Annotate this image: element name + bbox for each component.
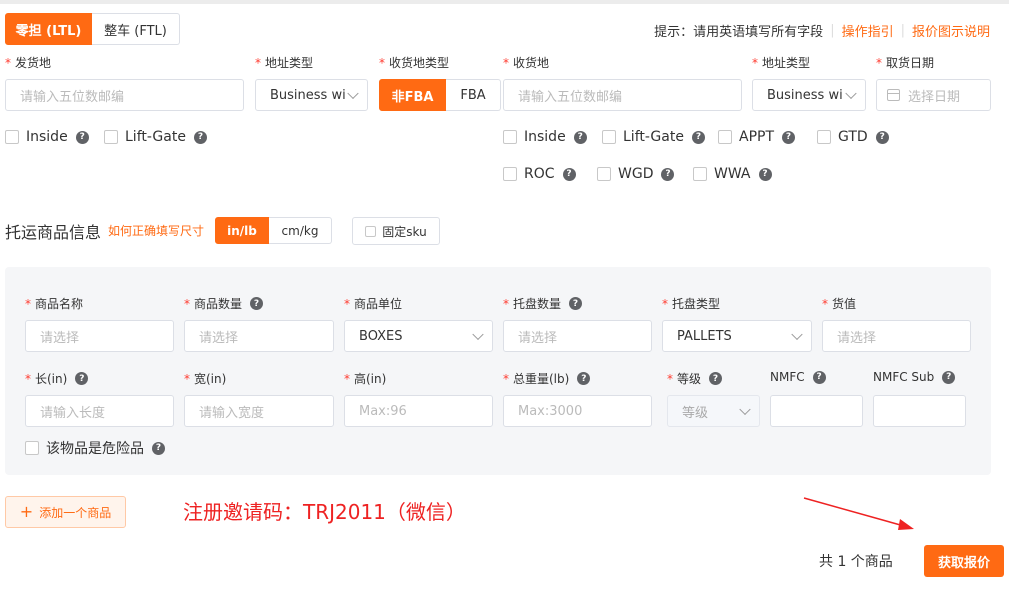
nmfc-input[interactable]	[770, 395, 863, 427]
dest-type-toggle: 非FBA FBA	[379, 79, 501, 111]
height-input[interactable]: Max:96	[344, 395, 493, 427]
nmfc-sub-label: NMFC Sub?	[873, 370, 956, 384]
invite-code-text: 注册邀请码：TRJ2011（微信）	[183, 500, 466, 524]
divider: |	[900, 23, 905, 38]
chevron-down-icon	[845, 87, 857, 100]
item-name-select[interactable]: 请选择	[25, 320, 174, 352]
origin-zip-input[interactable]: 请输入五位数邮编	[5, 79, 244, 111]
grade-label: * 等级?	[667, 370, 723, 387]
help-icon[interactable]: ?	[75, 130, 89, 144]
chevron-down-icon	[791, 328, 803, 341]
header-hints: 提示：请用英语填写所有字段 | 操作指引 | 报价图示说明	[654, 21, 990, 40]
guide-link[interactable]: 操作指引	[842, 21, 894, 40]
fixed-sku-checkbox[interactable]: 固定sku	[352, 217, 440, 245]
help-icon[interactable]: ?	[573, 130, 587, 144]
help-icon[interactable]: ?	[562, 167, 576, 181]
divider: |	[830, 23, 835, 38]
grade-select[interactable]: 等级	[667, 395, 760, 427]
length-input[interactable]: 请输入长度	[25, 395, 174, 427]
help-icon[interactable]: ?	[942, 370, 956, 384]
mode-tabs: 零担 (LTL) 整车 (FTL)	[5, 13, 180, 45]
help-icon[interactable]: ?	[709, 372, 723, 385]
item-count: 共 1 个商品	[819, 554, 893, 570]
dest-roc-checkbox[interactable]: ROC?	[503, 166, 576, 182]
nmfc-label: NMFC?	[770, 370, 826, 384]
help-icon[interactable]: ?	[250, 297, 264, 310]
help-icon[interactable]: ?	[193, 130, 207, 144]
nmfc-sub-input[interactable]	[873, 395, 966, 427]
pallet-type-select[interactable]: PALLETS	[662, 320, 812, 352]
help-icon[interactable]: ?	[75, 372, 89, 385]
item-unit-select[interactable]: BOXES	[344, 320, 493, 352]
help-icon[interactable]: ?	[569, 297, 583, 310]
plus-icon: +	[19, 502, 34, 521]
add-item-button[interactable]: + 添加一个商品	[5, 496, 126, 528]
help-icon[interactable]: ?	[691, 130, 705, 144]
cargo-value-label: * 货值	[822, 296, 857, 312]
width-label: * 宽(in)	[184, 371, 227, 387]
item-qty-label: * 商品数量?	[184, 295, 264, 312]
hint-text: 提示：请用英语填写所有字段	[654, 25, 824, 40]
calendar-icon	[887, 89, 900, 101]
pickup-date-label: * 取货日期	[876, 55, 935, 71]
help-icon[interactable]: ?	[812, 370, 826, 384]
get-quote-button[interactable]: 获取报价	[924, 545, 1004, 577]
size-help-link[interactable]: 如何正确填写尺寸	[108, 222, 204, 239]
chevron-down-icon	[739, 403, 751, 416]
item-name-label: * 商品名称	[25, 296, 84, 312]
item-unit-label: * 商品单位	[344, 296, 403, 312]
origin-liftgate-checkbox[interactable]: Lift-Gate?	[104, 129, 207, 145]
dest-liftgate-checkbox[interactable]: Lift-Gate?	[602, 129, 705, 145]
origin-label: * 发货地	[5, 55, 52, 71]
dest-type-label: * 收货地类型	[379, 55, 450, 71]
unit-cm-kg[interactable]: cm/kg	[269, 217, 332, 244]
cargo-value-input[interactable]: 请选择	[822, 320, 971, 352]
top-divider	[0, 0, 1009, 4]
arrow-head	[898, 519, 914, 530]
unit-in-lb[interactable]: in/lb	[215, 217, 269, 244]
chevron-down-icon	[347, 87, 359, 100]
height-label: * 高(in)	[344, 371, 387, 387]
chevron-down-icon	[472, 328, 484, 341]
fba-option[interactable]: FBA	[446, 79, 501, 111]
item-qty-input[interactable]: 请选择	[184, 320, 334, 352]
pallet-type-label: * 托盘类型	[662, 296, 721, 312]
help-icon[interactable]: ?	[782, 130, 796, 144]
origin-inside-checkbox[interactable]: Inside?	[5, 129, 89, 145]
dest-appt-checkbox[interactable]: APPT?	[718, 129, 796, 145]
help-icon[interactable]: ?	[875, 130, 889, 144]
dest-addr-type-label: * 地址类型	[752, 55, 811, 71]
goods-section-title: 托运商品信息	[5, 223, 102, 242]
weight-input[interactable]: Max:3000	[503, 395, 652, 427]
help-icon[interactable]: ?	[577, 372, 591, 385]
unit-toggle: in/lb cm/kg	[215, 217, 332, 244]
quote-illustration-link[interactable]: 报价图示说明	[912, 21, 990, 40]
help-icon[interactable]: ?	[758, 167, 772, 181]
help-icon[interactable]: ?	[152, 441, 165, 455]
help-icon[interactable]: ?	[661, 167, 675, 181]
pallet-qty-input[interactable]: 请选择	[503, 320, 652, 352]
pallet-qty-label: * 托盘数量?	[503, 295, 583, 312]
tab-ltl[interactable]: 零担 (LTL)	[5, 13, 92, 45]
origin-addr-type-select[interactable]: Business wi	[255, 79, 368, 111]
dest-inside-checkbox[interactable]: Inside?	[503, 129, 587, 145]
tab-ftl[interactable]: 整车 (FTL)	[92, 13, 180, 45]
origin-addr-type-label: * 地址类型	[255, 55, 314, 71]
arrow-shaft	[803, 497, 905, 527]
dest-gtd-checkbox[interactable]: GTD?	[817, 129, 889, 145]
red-arrow-annotation	[803, 497, 914, 530]
dest-label: * 收货地	[503, 55, 550, 71]
dest-zip-input[interactable]: 请输入五位数邮编	[503, 79, 742, 111]
width-input[interactable]: 请输入宽度	[184, 395, 334, 427]
dest-wgd-checkbox[interactable]: WGD?	[597, 166, 675, 182]
weight-label: * 总重量(lb)?	[503, 370, 591, 387]
hazmat-checkbox[interactable]: 该物品是危险品?	[25, 438, 165, 458]
dest-addr-type-select[interactable]: Business wi	[752, 79, 866, 111]
dest-wwa-checkbox[interactable]: WWA?	[693, 166, 772, 182]
length-label: * 长(in)?	[25, 370, 89, 387]
pickup-date-picker[interactable]: 选择日期	[876, 79, 991, 111]
non-fba-option[interactable]: 非FBA	[379, 79, 446, 111]
